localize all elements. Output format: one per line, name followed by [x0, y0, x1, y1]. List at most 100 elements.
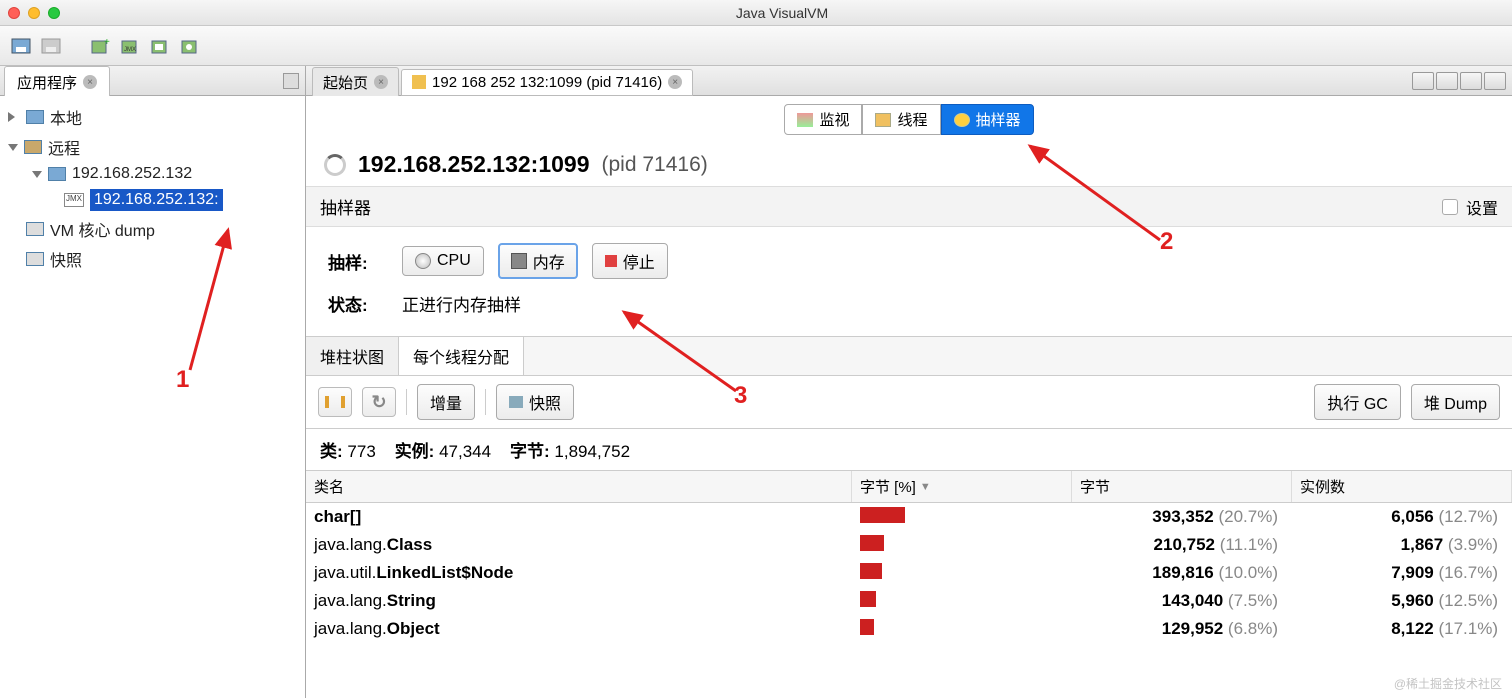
stats-row: 类: 773 实例: 47,344 字节: 1,894,752	[306, 429, 1512, 470]
jmx-icon: JMX	[64, 193, 84, 207]
toolbar-add-snapshot-icon[interactable]	[180, 35, 202, 57]
table-row[interactable]: java.lang.String143,040 (7.5%)5,960 (12.…	[306, 587, 1512, 615]
expand-icon[interactable]	[8, 112, 20, 122]
subheader: 抽样器 设置	[306, 186, 1512, 227]
close-icon[interactable]	[8, 7, 20, 19]
tree-label: 192.168.252.132	[72, 165, 192, 183]
view-tab-sampler[interactable]: 抽样器	[941, 104, 1034, 135]
table-row[interactable]: java.lang.Object 129,952 (6.8%)8,122 (17.…	[306, 615, 1512, 643]
minimize-icon[interactable]	[28, 7, 40, 19]
watermark: @稀土掘金技术社区	[1394, 675, 1502, 692]
snapshot-button[interactable]: 快照	[496, 384, 574, 420]
table-body: char[]393,352 (20.7%)6,056 (12.7%)java.l…	[306, 503, 1512, 698]
th-name[interactable]: 类名	[306, 471, 852, 502]
checkbox-settings[interactable]	[1442, 199, 1458, 215]
sidebar-tabs: 应用程序 ×	[0, 66, 305, 96]
table-row[interactable]: java.util.LinkedList$Node189,816 (10.0%)…	[306, 559, 1512, 587]
refresh-button[interactable]	[362, 387, 396, 417]
memory-icon	[511, 253, 527, 269]
sort-desc-icon: ▼	[920, 481, 931, 493]
heap-dump-button[interactable]: 堆 Dump	[1411, 384, 1500, 420]
threads-icon	[875, 113, 891, 127]
tree-snapshot[interactable]: 快照	[4, 244, 301, 274]
pause-button[interactable]	[318, 387, 352, 417]
mode-histogram[interactable]: 堆柱状图	[306, 337, 399, 375]
stop-icon	[605, 255, 617, 267]
cell-bar	[852, 533, 1072, 557]
sample-controls: 抽样: CPU 内存 停止 状态: 正进行内存抽样	[306, 227, 1512, 336]
th-bytes[interactable]: 字节	[1072, 471, 1292, 502]
cell-classname: java.lang.String	[306, 589, 852, 613]
toolbar-add-local-icon[interactable]: +	[90, 35, 112, 57]
toolbar-add-jmx-icon[interactable]: JMX	[120, 35, 142, 57]
tree-label: 快照	[50, 247, 82, 271]
tree-label: VM 核心 dump	[50, 217, 155, 241]
sidebar-tab-apps[interactable]: 应用程序 ×	[4, 66, 110, 99]
settings-toggle[interactable]: 设置	[1442, 195, 1498, 219]
tree-vm-dump[interactable]: VM 核心 dump	[4, 214, 301, 244]
stop-button[interactable]: 停止	[592, 243, 668, 279]
classes-label: 类:	[320, 442, 343, 461]
window-controls	[8, 7, 60, 19]
header-pid: (pid 71416)	[602, 153, 708, 177]
minimize-panel-icon[interactable]	[283, 73, 299, 89]
table-toolbar: 增量 快照 执行 GC 堆 Dump	[306, 376, 1512, 429]
cell-classname: java.util.LinkedList$Node	[306, 561, 852, 585]
tab-nav	[1412, 72, 1506, 90]
settings-label: 设置	[1466, 195, 1498, 219]
tab-next-button[interactable]	[1436, 72, 1458, 90]
memory-button[interactable]: 内存	[498, 243, 578, 279]
table-row[interactable]: java.lang.Class210,752 (11.1%)1,867 (3.9…	[306, 531, 1512, 559]
java-icon	[412, 75, 426, 89]
instances-value: 47,344	[439, 442, 491, 461]
vtab-label: 线程	[897, 109, 927, 130]
th-label: 字节 [%]	[860, 476, 916, 497]
cpu-button[interactable]: CPU	[402, 246, 484, 276]
delta-button[interactable]: 增量	[417, 384, 475, 420]
tab-maximize-button[interactable]	[1484, 72, 1506, 90]
close-icon[interactable]: ×	[668, 75, 682, 89]
cell-instances: 8,122 (17.1%)	[1292, 617, 1512, 641]
view-tab-monitor[interactable]: 监视	[784, 104, 862, 135]
tab-connection[interactable]: 192 168 252 132:1099 (pid 71416) ×	[401, 69, 693, 96]
tab-prev-button[interactable]	[1412, 72, 1434, 90]
zoom-icon[interactable]	[48, 7, 60, 19]
table-row[interactable]: char[]393,352 (20.7%)6,056 (12.7%)	[306, 503, 1512, 531]
close-icon[interactable]: ×	[83, 75, 97, 89]
close-icon[interactable]: ×	[374, 75, 388, 89]
tree-remote[interactable]: 远程	[4, 132, 301, 162]
gc-button[interactable]: 执行 GC	[1314, 384, 1400, 420]
btn-label: 内存	[533, 249, 565, 273]
spinner-icon	[324, 154, 346, 176]
table-header: 类名 字节 [%] ▼ 字节 实例数	[306, 470, 1512, 503]
cell-bar	[852, 617, 1072, 641]
btn-label: 停止	[623, 249, 655, 273]
cell-classname: java.lang.Object	[306, 617, 852, 641]
separator	[485, 389, 486, 415]
mode-bar: 堆柱状图 每个线程分配	[306, 336, 1512, 376]
tree-jmx-connection[interactable]: JMX 192.168.252.132:	[4, 186, 301, 214]
tree-host[interactable]: 192.168.252.132	[4, 162, 301, 186]
cell-bar	[852, 561, 1072, 585]
collapse-icon[interactable]	[8, 144, 18, 151]
tab-label: 起始页	[323, 72, 368, 93]
btn-label: CPU	[437, 252, 471, 270]
th-bytes-pct[interactable]: 字节 [%] ▼	[852, 471, 1072, 502]
tab-list-button[interactable]	[1460, 72, 1482, 90]
toolbar-add-dump-icon[interactable]	[150, 35, 172, 57]
monitor-icon	[797, 113, 813, 127]
page-header: 192.168.252.132:1099 (pid 71416)	[306, 143, 1512, 186]
collapse-icon[interactable]	[32, 171, 42, 178]
btn-label: 快照	[529, 390, 561, 414]
toolbar-save-icon[interactable]	[10, 35, 32, 57]
th-instances[interactable]: 实例数	[1292, 471, 1512, 502]
instances-label: 实例:	[395, 442, 435, 461]
classes-value: 773	[347, 442, 375, 461]
state-label: 状态:	[328, 291, 388, 316]
tab-start-page[interactable]: 起始页 ×	[312, 67, 399, 98]
view-tab-threads[interactable]: 线程	[862, 104, 940, 135]
tree-local[interactable]: 本地	[4, 102, 301, 132]
cell-bytes: 129,952 (6.8%)	[1072, 617, 1292, 641]
cell-instances: 1,867 (3.9%)	[1292, 533, 1512, 557]
mode-per-thread[interactable]: 每个线程分配	[399, 337, 524, 375]
